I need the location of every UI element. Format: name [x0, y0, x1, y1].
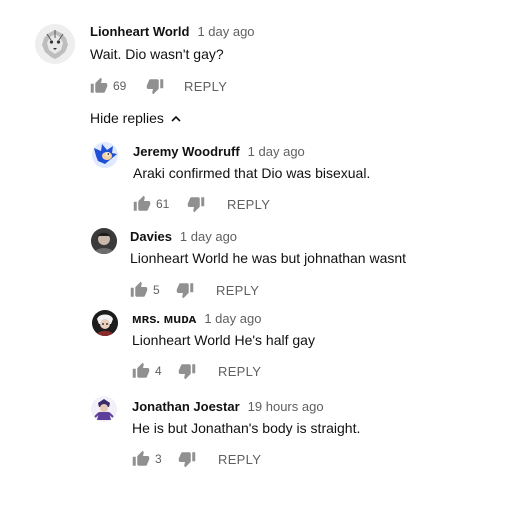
comment-text: Lionheart World He's half gay [132, 332, 315, 348]
reply-button[interactable]: REPLY [184, 79, 227, 94]
like-icon[interactable] [132, 362, 150, 380]
dislike-icon[interactable] [146, 77, 164, 95]
hide-replies-button[interactable]: Hide replies [90, 110, 182, 126]
comment-header: Jeremy Woodruff 1 day ago [133, 144, 305, 159]
reply-mrs-muda: ᴍʀs. ᴍuᴅᴀ 1 day ago Lionheart World He's … [0, 304, 507, 389]
timestamp[interactable]: 19 hours ago [248, 399, 324, 414]
timestamp[interactable]: 1 day ago [248, 144, 305, 159]
like-icon[interactable] [130, 281, 148, 299]
timestamp[interactable]: 1 day ago [204, 311, 261, 326]
sonic-avatar-icon[interactable] [92, 142, 118, 168]
author-name[interactable]: Lionheart World [90, 24, 189, 39]
anime-avatar-icon[interactable] [92, 310, 118, 336]
dislike-icon[interactable] [187, 195, 205, 213]
like-count: 69 [113, 79, 127, 93]
reply-button[interactable]: REPLY [227, 197, 270, 212]
comment-actions: 4 REPLY [132, 362, 332, 382]
reply-jonathan-joestar: Jonathan Joestar 19 hours ago He is but J… [0, 391, 507, 476]
like-count: 5 [153, 283, 160, 297]
comment-header: Lionheart World 1 day ago [90, 24, 255, 39]
comment-actions: 61 REPLY [133, 195, 333, 215]
comment-lionheart-world: Lionheart World 1 day ago Wait. Dio wasn'… [0, 0, 507, 100]
like-icon[interactable] [132, 450, 150, 468]
dislike-icon[interactable] [178, 450, 196, 468]
timestamp[interactable]: 1 day ago [180, 229, 237, 244]
portrait-avatar-icon[interactable] [91, 228, 117, 254]
like-icon[interactable] [133, 195, 151, 213]
timestamp[interactable]: 1 day ago [197, 24, 254, 39]
comment-header: Jonathan Joestar 19 hours ago [132, 399, 324, 414]
chevron-up-icon [171, 116, 181, 122]
author-name[interactable]: Jonathan Joestar [132, 399, 240, 414]
dislike-icon[interactable] [176, 281, 194, 299]
reply-davies: Davies 1 day ago Lionheart World he was b… [0, 221, 507, 306]
comment-text: He is but Jonathan's body is straight. [132, 420, 361, 436]
dislike-icon[interactable] [178, 362, 196, 380]
comment-text: Wait. Dio wasn't gay? [90, 46, 224, 62]
comment-actions: 3 REPLY [132, 450, 332, 470]
reply-button[interactable]: REPLY [218, 452, 261, 467]
lion-avatar-icon[interactable] [35, 24, 75, 64]
author-name[interactable]: Jeremy Woodruff [133, 144, 240, 159]
hide-replies-label: Hide replies [90, 110, 164, 126]
comment-text: Araki confirmed that Dio was bisexual. [133, 165, 371, 181]
like-count: 3 [155, 452, 162, 466]
like-count: 61 [156, 197, 170, 211]
like-icon[interactable] [90, 77, 108, 95]
like-count: 4 [155, 364, 162, 378]
reply-button[interactable]: REPLY [218, 364, 261, 379]
author-name[interactable]: ᴍʀs. ᴍuᴅᴀ [132, 311, 196, 326]
comment-text: Lionheart World he was but johnathan was… [130, 250, 407, 266]
reply-button[interactable]: REPLY [216, 283, 259, 298]
author-name[interactable]: Davies [130, 229, 172, 244]
comment-header: ᴍʀs. ᴍuᴅᴀ 1 day ago [132, 311, 261, 326]
character-avatar-icon[interactable] [91, 396, 117, 422]
comment-actions: 5 REPLY [130, 281, 330, 301]
comment-header: Davies 1 day ago [130, 229, 237, 244]
reply-jeremy-woodruff: Jeremy Woodruff 1 day ago Araki confirmed… [0, 135, 507, 220]
comment-actions: 69 REPLY [90, 77, 290, 97]
